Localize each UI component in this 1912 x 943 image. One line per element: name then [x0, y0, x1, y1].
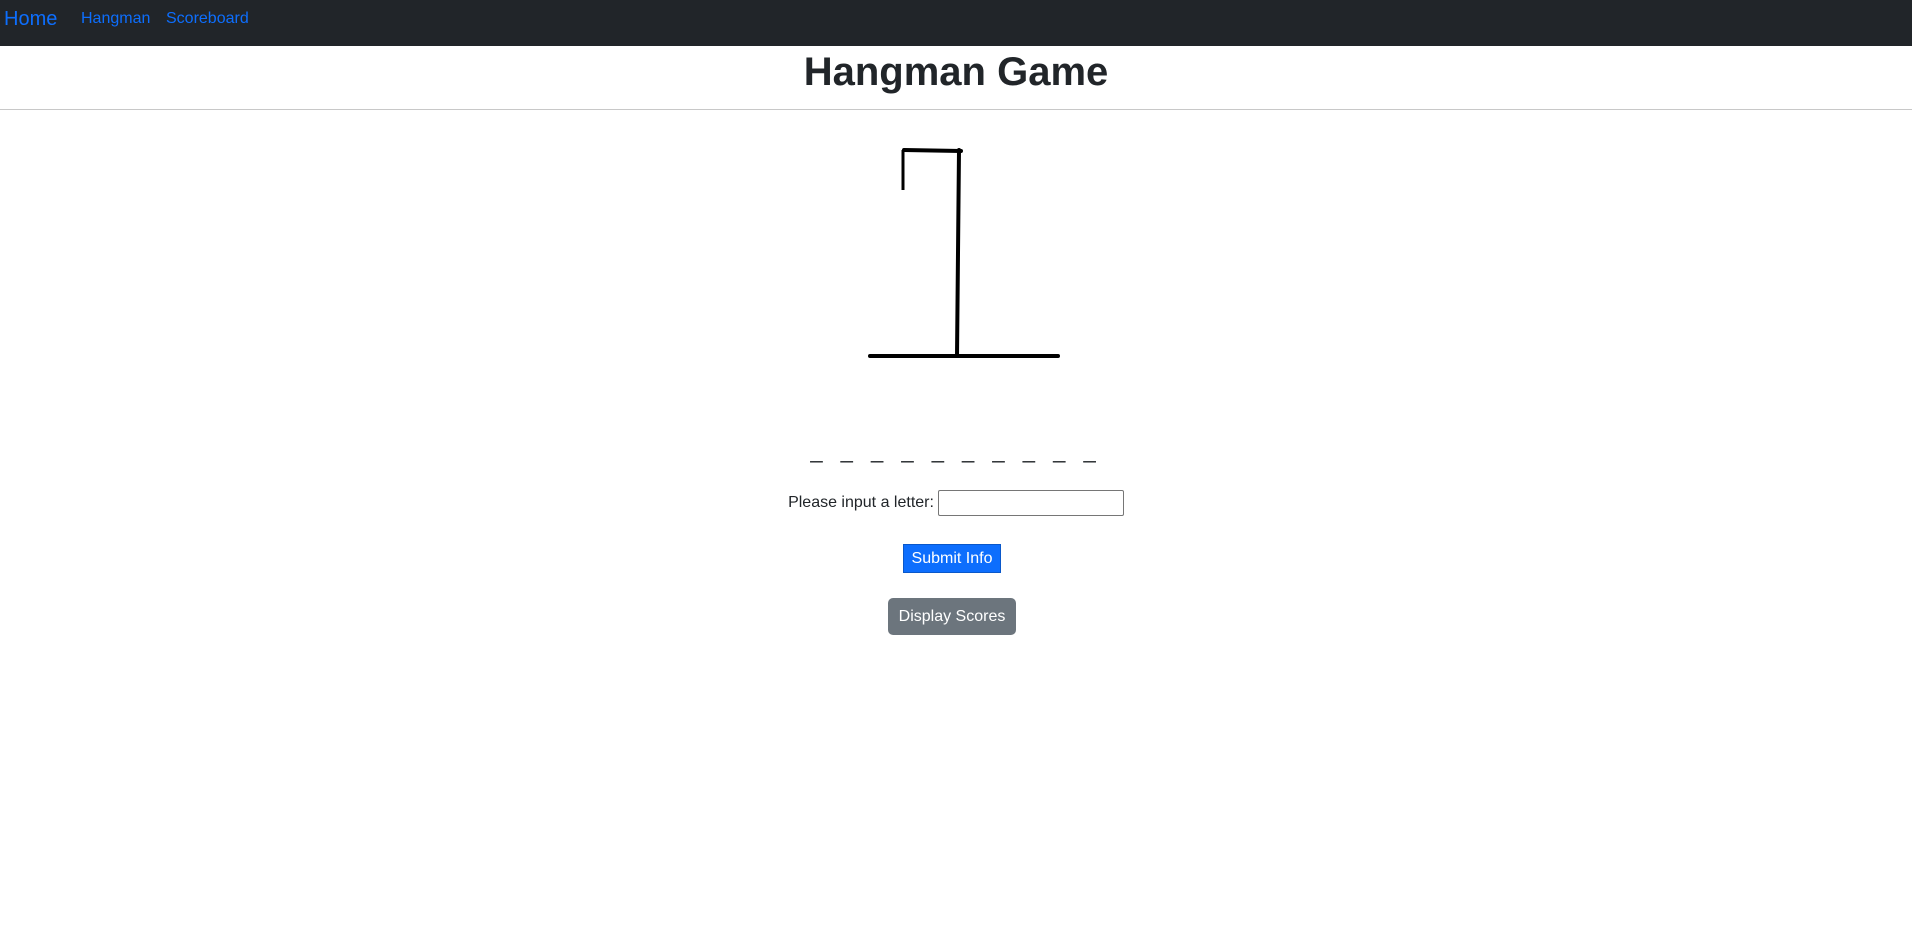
gallows-beam	[902, 148, 963, 153]
submit-info-button[interactable]: Submit Info	[903, 544, 1001, 573]
letter-input[interactable]	[937, 490, 1124, 516]
nav-home-link[interactable]: Home	[4, 8, 57, 31]
title-divider	[0, 109, 1912, 110]
gallows-pole	[955, 148, 961, 358]
nav-scoreboard-link[interactable]: Scoreboard	[166, 10, 249, 28]
word-display: _ _ _ _ _ _ _ _ _ _	[810, 438, 1102, 463]
nav-hangman-link[interactable]: Hangman	[81, 10, 150, 28]
guess-form: Please input a letter:	[0, 490, 1912, 516]
display-scores-button[interactable]: Display Scores	[888, 598, 1016, 635]
page-title: Hangman Game	[803, 50, 1109, 94]
hangman-gallows-drawing	[868, 148, 1060, 358]
letter-input-label: Please input a letter:	[788, 494, 934, 511]
navbar: Home Hangman Scoreboard	[0, 0, 1912, 46]
